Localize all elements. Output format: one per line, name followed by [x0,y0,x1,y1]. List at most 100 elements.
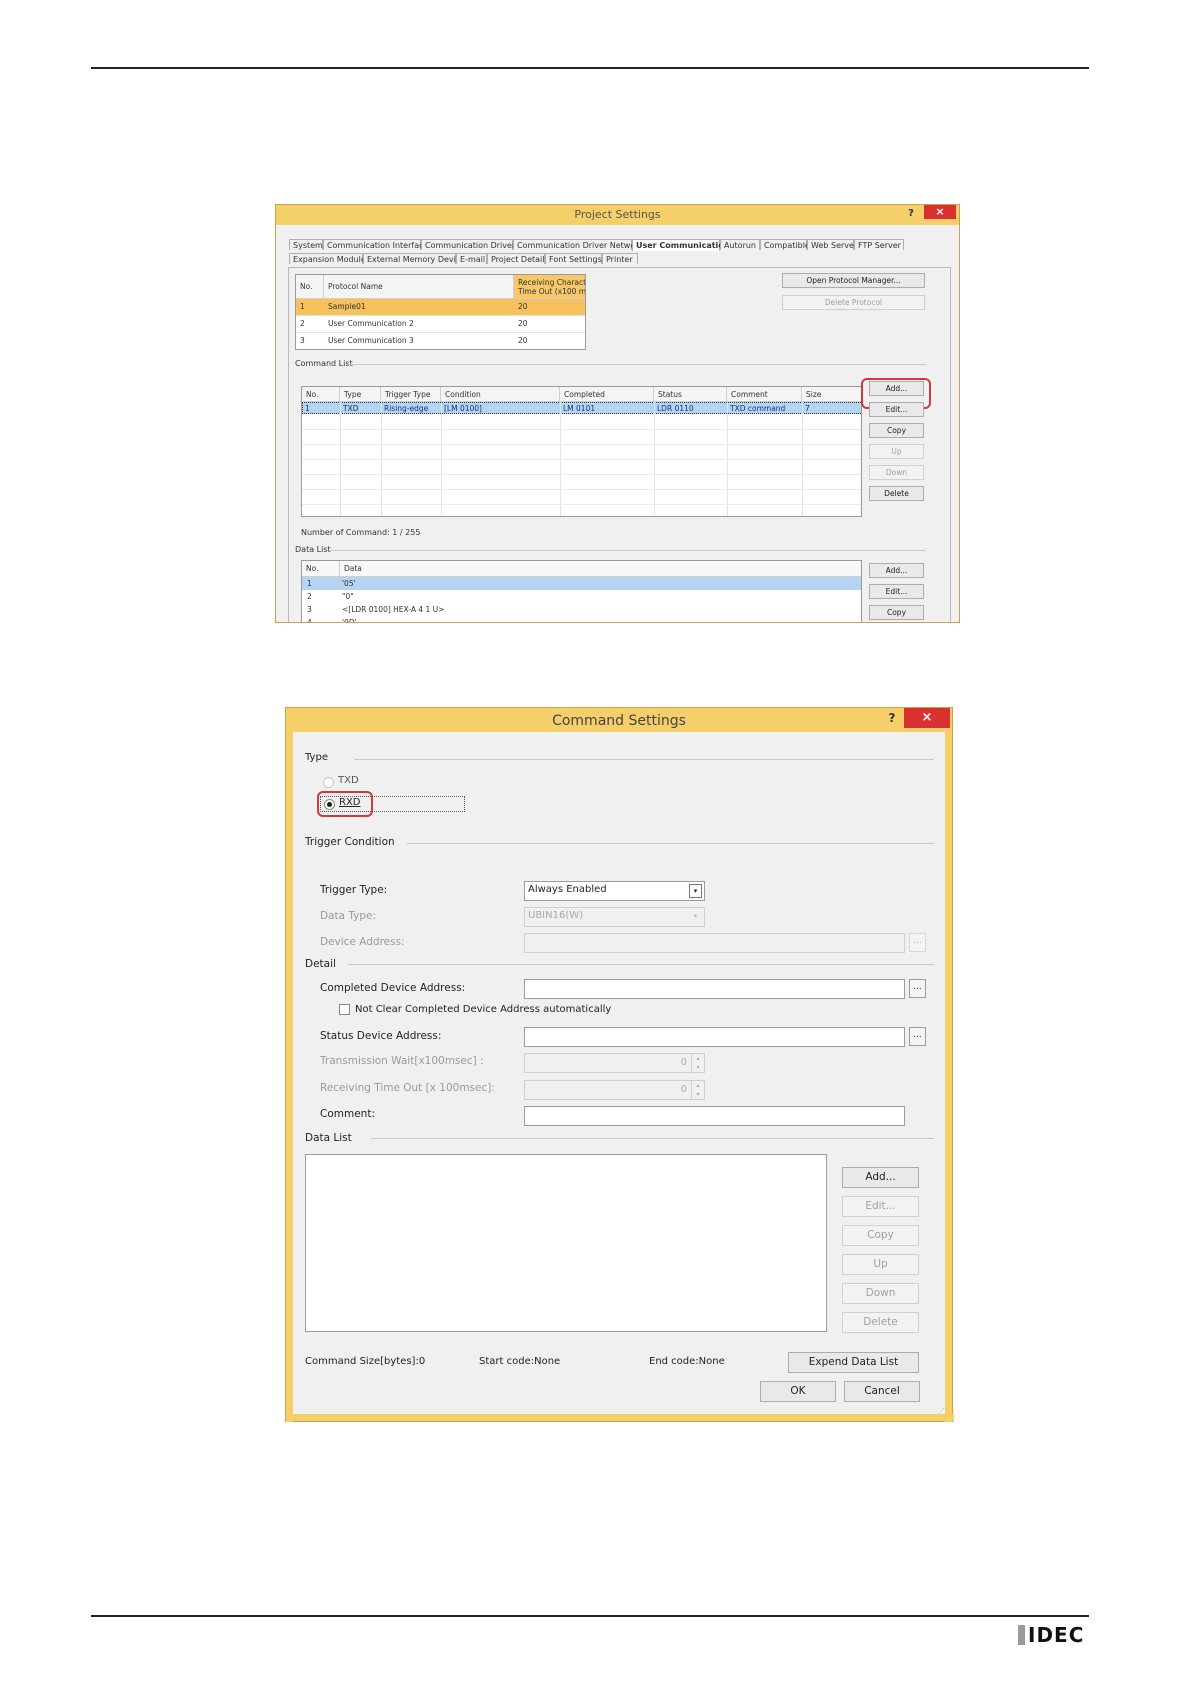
command-list-divider [346,364,926,365]
delete-data-list-button[interactable]: Delete [842,1312,919,1333]
tab-user-communication[interactable]: User Communication [632,239,729,251]
command-header-comment: Comment [727,387,802,402]
tab-communication-driver-network[interactable]: Communication Driver Network [513,239,643,250]
table-cell: 20 [518,302,528,311]
table-cell: '0D' [342,618,357,623]
open-protocol-manager-button[interactable]: Open Protocol Manager... [782,273,925,288]
device-address-browse-button[interactable]: ... [909,933,926,952]
status-device-address-label: Status Device Address: [320,1030,442,1042]
data-list-divider [371,1138,934,1139]
table-row[interactable]: 1 '05' [302,577,861,590]
command-header-type: Type [340,387,381,402]
up-data-list-button[interactable]: Up [842,1254,919,1275]
data-type-value: UBIN16(W) [528,910,584,921]
table-row[interactable]: 2 User Communication 2 20 [296,316,585,333]
project-settings-titlebar: Project Settings [276,205,959,225]
table-cell: User Communication 2 [328,319,414,328]
completed-device-address-browse-button[interactable]: ... [909,979,926,998]
tab-e-mail[interactable]: E-mail [456,253,487,264]
ok-button[interactable]: OK [760,1381,836,1402]
tab-communication-driver[interactable]: Communication Driver [421,239,515,250]
data-type-label: Data Type: [320,910,377,922]
command-list-label: Command List [295,359,353,368]
resize-grip-icon[interactable]: ⋰ [938,1407,945,1415]
tab-system[interactable]: System [289,239,323,250]
trigger-type-label: Trigger Type: [320,884,388,896]
edit-data-button[interactable]: Edit... [869,584,924,599]
data-list-box[interactable] [305,1154,827,1332]
tab-communication-interface[interactable]: Communication Interface [323,239,428,250]
command-header-no: No. [302,387,340,402]
up-command-button[interactable]: Up [869,444,924,459]
tab-ftp-server[interactable]: FTP Server [854,239,904,250]
copy-data-button[interactable]: Copy [869,605,924,620]
tab-project-details[interactable]: Project Details [487,253,549,264]
table-cell: 3 [307,605,312,614]
protocol-header-name: Protocol Name [324,275,514,299]
edit-data-list-button[interactable]: Edit... [842,1196,919,1217]
chevron-down-icon[interactable]: ▾ [689,910,702,924]
down-command-button[interactable]: Down [869,465,924,480]
table-row[interactable]: 3 <[LDR 0100] HEX-A 4 1 U> [302,603,861,616]
transmission-wait-spinner[interactable]: 0 ▴ ▾ [524,1053,705,1073]
trigger-divider [407,843,934,844]
table-cell: [LM 0100] [444,404,482,413]
tab-expansion-module[interactable]: Expansion Module [289,253,366,264]
command-header-condition: Condition [441,387,560,402]
number-of-command: Number of Command: 1 / 255 [301,528,421,537]
data-table[interactable]: No. Data 1 '05' 2 "0" 3 <[LDR 0100] HEX-A 4 1… [301,560,862,623]
cancel-button[interactable]: Cancel [844,1381,920,1402]
add-data-button[interactable]: Add... [869,563,924,578]
grid-line [302,429,861,430]
table-cell: LM 0101 [563,404,596,413]
edit-command-button[interactable]: Edit... [869,402,924,417]
txd-radio[interactable] [323,777,334,788]
copy-data-list-button[interactable]: Copy [842,1225,919,1246]
tab-autorun[interactable]: Autorun [720,239,760,250]
delete-protocol-button[interactable]: Delete Protocol [782,295,925,310]
table-cell: 20 [518,336,528,345]
table-row[interactable]: 2 "0" [302,590,861,603]
data-type-select[interactable]: UBIN16(W) ▾ [524,907,705,927]
table-row[interactable]: 1 Sample01 20 [296,299,585,316]
completed-device-address-field[interactable] [524,979,905,999]
copy-command-button[interactable]: Copy [869,423,924,438]
table-row[interactable]: 4 '0D' [302,616,861,623]
device-address-field[interactable] [524,933,905,953]
tab-font-settings[interactable]: Font Settings [545,253,602,264]
receiving-timeout-spinner[interactable]: 0 ▴ ▾ [524,1080,705,1100]
status-device-address-field[interactable] [524,1027,905,1047]
grid-line [302,504,861,505]
chevron-down-icon[interactable]: ▾ [689,884,702,898]
spinner-arrows-icon[interactable]: ▴ ▾ [691,1054,704,1073]
tab-compatible[interactable]: Compatible [760,239,810,250]
add-command-button[interactable]: Add... [869,381,924,396]
table-row[interactable]: 1 TXD Rising-edge [LM 0100] LM 0101 LDR 0110 T… [302,402,861,414]
command-table[interactable]: No. Type Trigger Type Condition Completed Sta… [301,386,862,517]
add-data-list-button[interactable]: Add... [842,1167,919,1188]
tab-external-memory-device[interactable]: External Memory Device [363,253,465,264]
close-button[interactable]: × [904,708,950,728]
expand-data-list-button[interactable]: Expend Data List [788,1352,919,1373]
tab-printer[interactable]: Printer [602,253,638,264]
comment-field[interactable] [524,1106,905,1126]
close-button[interactable]: × [924,205,956,219]
status-device-address-browse-button[interactable]: ... [909,1027,926,1046]
down-data-list-button[interactable]: Down [842,1283,919,1304]
trigger-type-select[interactable]: Always Enabled ▾ [524,881,705,901]
protocol-table[interactable]: No. Protocol Name Receiving Character Ti… [295,274,586,350]
not-clear-checkbox[interactable] [339,1004,350,1015]
table-cell: LDR 0110 [657,404,694,413]
trigger-condition-label: Trigger Condition [305,836,395,848]
spinner-arrows-icon[interactable]: ▴ ▾ [691,1081,704,1100]
completed-device-address-label: Completed Device Address: [320,982,466,994]
help-icon[interactable]: ? [884,708,900,730]
tab-web-server[interactable]: Web Server [807,239,857,250]
not-clear-label: Not Clear Completed Device Address autom… [355,1004,612,1015]
table-cell: 20 [518,319,528,328]
table-cell: Sample01 [328,302,366,311]
comment-label: Comment: [320,1108,375,1120]
help-icon[interactable]: ? [904,205,918,225]
table-row[interactable]: 3 User Communication 3 20 [296,333,585,349]
delete-command-button[interactable]: Delete [869,486,924,501]
